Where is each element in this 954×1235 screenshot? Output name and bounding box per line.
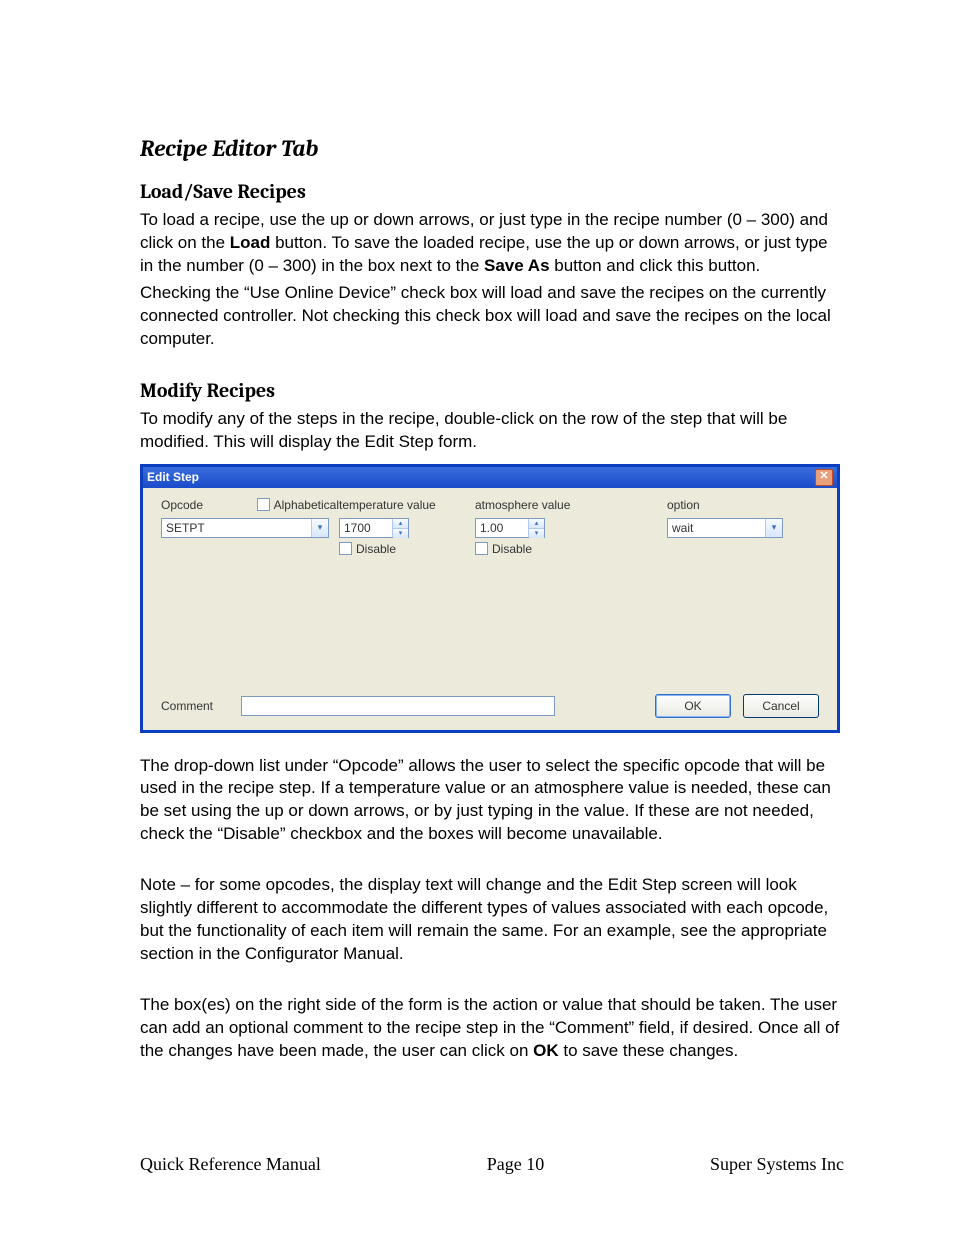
opcode-label: Opcode [161,498,203,512]
saveas-label-bold: Save As [484,256,550,275]
paragraph-online-device: Checking the “Use Online Device” check b… [140,282,844,351]
paragraph-opcode-desc: The drop-down list under “Opcode” allows… [140,755,844,847]
text-span: button and click this button. [550,256,761,275]
paragraph-modify: To modify any of the steps in the recipe… [140,408,844,454]
paragraph-load-save: To load a recipe, use the up or down arr… [140,209,844,278]
option-value: wait [672,521,693,535]
temperature-value: 1700 [344,521,371,535]
edit-step-dialog: Edit Step ✕ Opcode Alphabetical SETPT ▾ [140,464,840,733]
dialog-titlebar: Edit Step ✕ [143,467,837,488]
temperature-disable-checkbox[interactable] [339,542,352,555]
chevron-down-icon[interactable]: ▾ [529,529,544,538]
dialog-title: Edit Step [147,470,199,484]
atmosphere-disable-label: Disable [492,542,532,556]
page-footer: Quick Reference Manual Page 10 Super Sys… [140,1154,844,1175]
temperature-disable-label: Disable [356,542,396,556]
load-label-bold: Load [230,233,271,252]
paragraph-note: Note – for some opcodes, the display tex… [140,874,844,966]
temperature-label: temperature value [339,498,469,512]
cancel-button[interactable]: Cancel [743,694,819,718]
atmosphere-label: atmosphere value [475,498,645,512]
paragraph-comment-ok: The box(es) on the right side of the for… [140,994,844,1063]
alphabetical-label: Alphabetical [274,498,339,512]
atmosphere-spinner[interactable]: 1.00 ▴ ▾ [475,518,545,538]
section-title: Recipe Editor Tab [140,135,844,162]
opcode-select[interactable]: SETPT ▾ [161,518,329,538]
subheading-modify: Modify Recipes [140,379,844,402]
alphabetical-checkbox[interactable] [257,498,270,511]
chevron-down-icon[interactable]: ▾ [311,519,328,537]
opcode-value: SETPT [166,521,205,535]
close-icon[interactable]: ✕ [815,469,833,486]
subheading-load-save: Load/Save Recipes [140,180,844,203]
chevron-up-icon[interactable]: ▴ [393,519,408,529]
footer-right: Super Systems Inc [710,1154,844,1175]
ok-label-bold: OK [533,1041,559,1060]
footer-page: Page 10 [487,1154,545,1175]
comment-label: Comment [161,699,229,713]
atmosphere-value: 1.00 [480,521,503,535]
ok-button[interactable]: OK [655,694,731,718]
footer-left: Quick Reference Manual [140,1154,321,1175]
comment-input[interactable] [241,696,555,716]
chevron-up-icon[interactable]: ▴ [529,519,544,529]
temperature-spinner[interactable]: 1700 ▴ ▾ [339,518,409,538]
chevron-down-icon[interactable]: ▾ [393,529,408,538]
chevron-down-icon[interactable]: ▾ [765,519,782,537]
text-span: to save these changes. [559,1041,739,1060]
option-select[interactable]: wait ▾ [667,518,783,538]
option-label: option [667,498,817,512]
atmosphere-disable-checkbox[interactable] [475,542,488,555]
